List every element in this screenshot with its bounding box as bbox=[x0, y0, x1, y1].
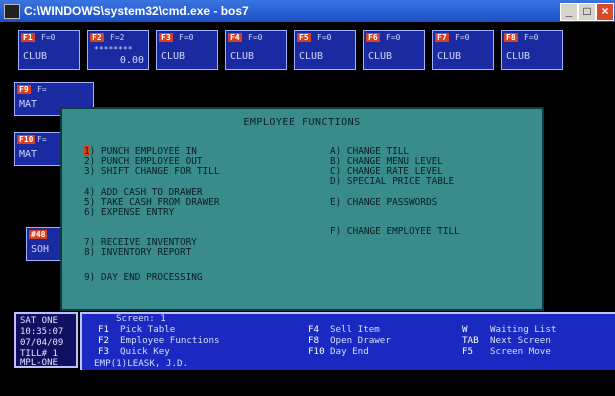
shortcut-key: F2 bbox=[98, 335, 110, 346]
shortcut-action[interactable]: Screen Move bbox=[490, 346, 551, 357]
key-number: F2 bbox=[90, 33, 104, 42]
function-key-f7[interactable]: F7 F=0 CLUB bbox=[432, 30, 494, 70]
screen-help-box: Screen: 1 F1 Pick Table F2 Employee Functio… bbox=[80, 312, 615, 370]
key-label: MAT bbox=[19, 149, 38, 160]
shortcut-key: F4 bbox=[308, 324, 320, 335]
key-label: CLUB bbox=[506, 51, 531, 62]
shortcut-action[interactable]: Open Drawer bbox=[330, 335, 391, 346]
key-pad-indicator: F=0 bbox=[524, 33, 539, 42]
close-button[interactable]: × bbox=[596, 3, 614, 21]
key-label: CLUB bbox=[299, 51, 324, 62]
key-masked-value: ******** bbox=[94, 45, 133, 54]
shortcut-action[interactable]: Day End bbox=[330, 346, 369, 357]
cmd-icon bbox=[4, 4, 20, 19]
menu-option-8[interactable]: 8) INVENTORY REPORT bbox=[84, 247, 191, 258]
key-number: F9 bbox=[17, 85, 31, 94]
key-pad-indicator: F=0 bbox=[179, 33, 194, 42]
status-mpl: MPL-ONE bbox=[20, 358, 58, 368]
status-box: SAT ONE 10:35:07 07/04/09 TILL# 1 MPL-ON… bbox=[14, 312, 78, 368]
employee-name: EMP(1)LEASK, J.D. bbox=[94, 358, 189, 369]
key-pad-indicator: F=0 bbox=[386, 33, 401, 42]
key-number: F5 bbox=[297, 33, 311, 42]
key-number: F10 bbox=[17, 135, 36, 144]
window-titlebar: C:\WINDOWS\system32\cmd.exe - bos7 _ □ × bbox=[0, 0, 615, 22]
key-label: CLUB bbox=[230, 51, 255, 62]
restore-button[interactable]: □ bbox=[578, 3, 596, 21]
menu-option-3[interactable]: 3) SHIFT CHANGE FOR TILL bbox=[84, 166, 219, 177]
shortcut-action[interactable]: Pick Table bbox=[120, 324, 175, 335]
key-number: F6 bbox=[366, 33, 380, 42]
window-title: C:\WINDOWS\system32\cmd.exe - bos7 bbox=[24, 4, 249, 18]
function-key-f8[interactable]: F8 F=0 CLUB bbox=[501, 30, 563, 70]
key-pad-indicator: F= bbox=[37, 135, 47, 144]
shortcut-action[interactable]: Sell Item bbox=[330, 324, 380, 335]
key-label: CLUB bbox=[161, 51, 186, 62]
employee-functions-dialog: EMPLOYEE FUNCTIONS 1) PUNCH EMPLOYEE IN 2… bbox=[60, 107, 544, 311]
status-day: SAT ONE bbox=[20, 316, 58, 326]
menu-option-e[interactable]: E) CHANGE PASSWORDS bbox=[330, 197, 437, 208]
shortcut-key: TAB bbox=[462, 335, 479, 346]
status-date: 07/04/09 bbox=[20, 338, 64, 348]
key-pad-indicator: F=0 bbox=[41, 33, 56, 42]
menu-option-d[interactable]: D) SPECIAL PRICE TABLE bbox=[330, 176, 454, 187]
shortcut-action[interactable]: Employee Functions bbox=[120, 335, 220, 346]
key-pad-indicator: F=2 bbox=[110, 33, 125, 42]
function-key-f4[interactable]: F4 F=0 CLUB bbox=[225, 30, 287, 70]
key-number: #48 bbox=[29, 230, 48, 239]
shortcut-key: F8 bbox=[308, 335, 320, 346]
shortcut-action[interactable]: Quick Key bbox=[120, 346, 170, 357]
menu-option-9[interactable]: 9) DAY END PROCESSING bbox=[84, 272, 203, 283]
key-number: F1 bbox=[21, 33, 35, 42]
key-pad-indicator: F=0 bbox=[248, 33, 263, 42]
key-amount: 0.00 bbox=[119, 55, 144, 66]
key-pad-indicator: F=0 bbox=[317, 33, 332, 42]
shortcut-action[interactable]: Next Screen bbox=[490, 335, 551, 346]
key-label: MAT bbox=[19, 99, 38, 110]
key-number: F4 bbox=[228, 33, 242, 42]
shortcut-key: W bbox=[462, 324, 468, 335]
key-label: CLUB bbox=[368, 51, 393, 62]
minimize-button[interactable]: _ bbox=[560, 3, 578, 21]
key-label: CLUB bbox=[437, 51, 462, 62]
key-pad-indicator: F= bbox=[37, 85, 47, 94]
shortcut-action[interactable]: Waiting List bbox=[490, 324, 556, 335]
function-key-f2[interactable]: F2 F=2 ******** 0.00 bbox=[87, 30, 149, 70]
menu-option-f[interactable]: F) CHANGE EMPLOYEE TILL bbox=[330, 226, 460, 237]
shortcut-key: F10 bbox=[308, 346, 325, 357]
shortcut-key: F5 bbox=[462, 346, 474, 357]
shortcut-key: F3 bbox=[98, 346, 110, 357]
key-number: F8 bbox=[504, 33, 518, 42]
shortcut-key: F1 bbox=[98, 324, 110, 335]
status-time: 10:35:07 bbox=[20, 327, 64, 337]
console-area: F1 F=0 CLUB F2 F=2 ******** 0.00 F3 F=0 CLUB F4 F=0… bbox=[0, 22, 615, 396]
key-number: F3 bbox=[159, 33, 173, 42]
key-label: CLUB bbox=[23, 51, 48, 62]
screen-title: Screen: 1 bbox=[116, 313, 166, 324]
dialog-title: EMPLOYEE FUNCTIONS bbox=[243, 117, 361, 128]
key-number: F7 bbox=[435, 33, 449, 42]
key-pad-indicator: F=0 bbox=[455, 33, 470, 42]
function-key-f6[interactable]: F6 F=0 CLUB bbox=[363, 30, 425, 70]
function-key-f5[interactable]: F5 F=0 CLUB bbox=[294, 30, 356, 70]
function-key-f1[interactable]: F1 F=0 CLUB bbox=[18, 30, 80, 70]
menu-option-6[interactable]: 6) EXPENSE ENTRY bbox=[84, 207, 174, 218]
key-label: SOH bbox=[31, 244, 50, 255]
function-key-f3[interactable]: F3 F=0 CLUB bbox=[156, 30, 218, 70]
